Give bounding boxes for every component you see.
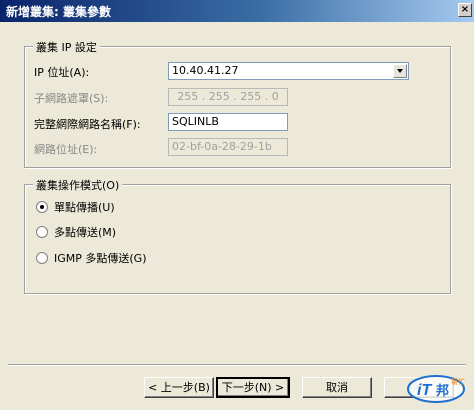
igmp-multicast-label: IGMP 多點傳送(G) bbox=[54, 252, 147, 265]
subnet-mask-label: 子網路遮罩(S): bbox=[34, 92, 109, 105]
window-title: 新增叢集: 叢集參數 bbox=[6, 5, 111, 19]
chevron-down-icon[interactable] bbox=[393, 64, 407, 78]
radio-unselected-icon[interactable] bbox=[36, 226, 48, 238]
cancel-button[interactable]: 取消 bbox=[302, 377, 372, 398]
radio-selected-icon[interactable] bbox=[36, 201, 48, 213]
network-address-label: 網路位址(E): bbox=[34, 143, 98, 156]
close-icon[interactable]: × bbox=[458, 3, 472, 17]
svg-text:邦: 邦 bbox=[436, 383, 449, 398]
unicast-label: 單點傳播(U) bbox=[54, 201, 115, 214]
ip-address-value: 10.40.41.27 bbox=[172, 64, 239, 77]
next-button[interactable]: 下一步(N) > bbox=[216, 377, 290, 398]
fqdn-label: 完整網際網路名稱(F): bbox=[34, 118, 141, 131]
fqdn-input[interactable]: SQLINLB bbox=[168, 113, 288, 131]
ip-address-combo[interactable]: 10.40.41.27 bbox=[168, 62, 409, 80]
igmp-multicast-option[interactable]: IGMP 多點傳送(G) bbox=[36, 250, 147, 266]
ithome-logo: iT 邦 幫忙 bbox=[407, 375, 465, 403]
subnet-mask-field: 255 . 255 . 255 . 0 bbox=[168, 88, 288, 106]
button-separator bbox=[8, 364, 466, 366]
operation-mode-legend: 叢集操作模式(O) bbox=[33, 177, 123, 193]
multicast-option[interactable]: 多點傳送(M) bbox=[36, 224, 116, 240]
fqdn-value: SQLINLB bbox=[172, 115, 219, 128]
title-bar: 新增叢集: 叢集參數 × bbox=[0, 0, 474, 22]
multicast-label: 多點傳送(M) bbox=[54, 226, 117, 239]
ip-address-label: IP 位址(A): bbox=[34, 66, 90, 79]
back-button[interactable]: < 上一步(B) bbox=[144, 377, 214, 398]
network-address-value: 02-bf-0a-28-29-1b bbox=[172, 140, 272, 153]
cluster-ip-legend: 叢集 IP 設定 bbox=[33, 39, 100, 55]
network-address-field: 02-bf-0a-28-29-1b bbox=[168, 138, 288, 156]
svg-text:iT: iT bbox=[417, 382, 432, 399]
svg-text:幫忙: 幫忙 bbox=[451, 377, 465, 386]
radio-unselected-icon[interactable] bbox=[36, 252, 48, 264]
subnet-mask-value: 255 . 255 . 255 . 0 bbox=[177, 90, 279, 103]
unicast-option[interactable]: 單點傳播(U) bbox=[36, 199, 115, 215]
